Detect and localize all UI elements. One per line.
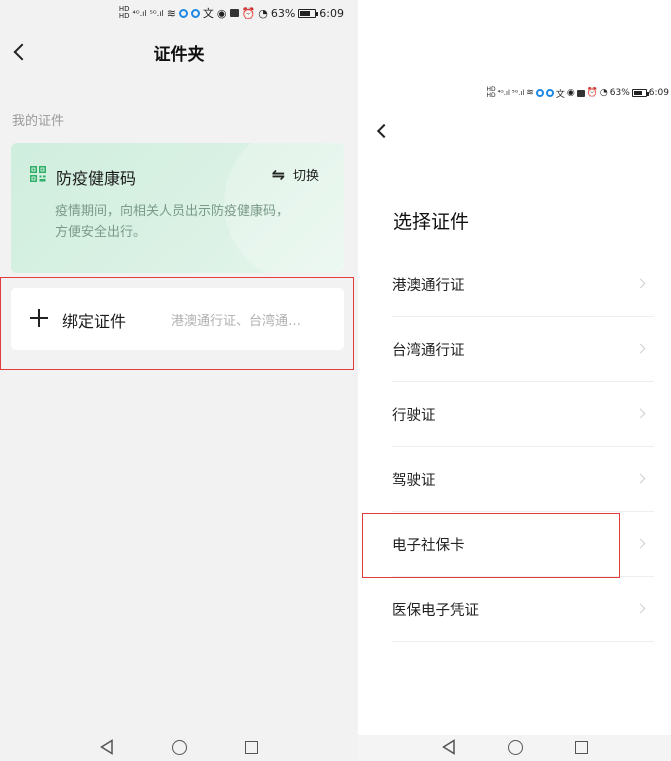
battery-icon xyxy=(631,89,649,97)
nav-back-icon[interactable] xyxy=(100,739,114,755)
switch-button[interactable]: ⇋ 切换 xyxy=(272,165,319,184)
highlight-box xyxy=(362,513,620,578)
battery-percent: 63% xyxy=(270,6,296,20)
switch-arrows-icon: ⇋ xyxy=(271,164,285,184)
right-screen: HD HD ⁴ᴳ.ıl ⁵ᴳ.ıl ≋ 文 ◉ ⏰ ◔ 63% 6:09 选择证件… xyxy=(358,0,671,761)
list-item-label: 港澳通行证 xyxy=(392,277,465,294)
chevron-right-icon xyxy=(635,408,646,419)
signal-icon-2: ⁵ᴳ.ıl xyxy=(149,8,164,18)
nfc-icon xyxy=(576,89,585,97)
nav-recent-icon[interactable] xyxy=(245,740,258,754)
signal-icon: ⁴ᴳ.ıl xyxy=(497,89,510,97)
chevron-right-icon xyxy=(635,343,646,354)
chevron-right-icon xyxy=(635,473,646,484)
system-nav-bar xyxy=(0,733,358,761)
switch-label: 切换 xyxy=(292,169,319,184)
location-icon: ◉ xyxy=(216,6,227,20)
wifi-icon: ≋ xyxy=(526,88,534,98)
nav-home-icon[interactable] xyxy=(172,739,187,755)
speed-icon: ◔ xyxy=(599,88,608,98)
qr-code-icon xyxy=(30,166,46,182)
health-code-description: 疫情期间，向相关人员出示防疫健康码，方便安全出行。 xyxy=(55,204,290,240)
signal-icon: ⁴ᴳ.ıl xyxy=(132,8,147,18)
list-item-label: 行驶证 xyxy=(392,407,436,424)
nav-recent-icon[interactable] xyxy=(574,740,588,754)
app-notification-icon-2 xyxy=(190,8,200,18)
nav-back-icon[interactable] xyxy=(441,739,456,755)
back-button[interactable] xyxy=(376,123,392,139)
page-title: 证件夹 xyxy=(153,45,205,65)
hd-icon: HD HD xyxy=(486,86,496,99)
health-code-title: 防疫健康码 xyxy=(56,169,137,188)
nfc-icon xyxy=(229,9,239,17)
battery-icon xyxy=(298,8,319,18)
clock: 6:09 xyxy=(648,88,669,98)
left-screen: HD HD ⁴ᴳ.ıl ⁵ᴳ.ıl ≋ 文 ◉ ⏰ ◔ 63% 6:09 证件夹 … xyxy=(0,0,358,761)
list-item[interactable]: 医保电子凭证 xyxy=(392,577,654,642)
list-item[interactable]: 港澳通行证 xyxy=(392,252,654,317)
highlight-box xyxy=(0,277,354,370)
translate-icon: 文 xyxy=(555,89,565,100)
chevron-right-icon xyxy=(635,278,646,289)
app-notification-icon xyxy=(535,89,544,97)
list-item-label: 驾驶证 xyxy=(392,472,436,489)
chevron-right-icon xyxy=(635,603,646,614)
document-type-list: 港澳通行证 台湾通行证 行驶证 驾驶证 电子社保卡 医保电子凭证 xyxy=(392,252,654,642)
speed-icon: ◔ xyxy=(258,6,268,20)
list-item-label: 台湾通行证 xyxy=(392,342,465,359)
list-item[interactable]: 行驶证 xyxy=(392,382,654,447)
wifi-icon: ≋ xyxy=(166,6,176,20)
section-label: 我的证件 xyxy=(12,114,65,129)
clock: 6:09 xyxy=(319,6,344,20)
chevron-right-icon xyxy=(635,538,646,549)
alarm-icon: ⏰ xyxy=(241,6,256,20)
list-item[interactable]: 台湾通行证 xyxy=(392,317,654,382)
app-notification-icon-2 xyxy=(545,89,554,97)
status-bar: HD HD ⁴ᴳ.ıl ⁵ᴳ.ıl ≋ 文 ◉ ⏰ ◔ 63% 6:09 xyxy=(486,85,669,101)
alarm-icon: ⏰ xyxy=(586,88,598,98)
nav-home-icon[interactable] xyxy=(507,739,523,755)
list-item[interactable]: 驾驶证 xyxy=(392,447,654,512)
hd-icon: HD HD xyxy=(118,5,130,20)
status-bar: HD HD ⁴ᴳ.ıl ⁵ᴳ.ıl ≋ 文 ◉ ⏰ ◔ 63% 6:09 xyxy=(119,3,344,23)
translate-icon: 文 xyxy=(202,7,214,20)
list-item-label: 医保电子凭证 xyxy=(392,602,479,619)
system-nav-bar xyxy=(358,733,671,761)
location-icon: ◉ xyxy=(566,88,575,98)
page-title: 选择证件 xyxy=(393,211,470,233)
battery-percent: 63% xyxy=(609,88,630,98)
signal-icon-2: ⁵ᴳ.ıl xyxy=(511,89,525,97)
app-notification-icon xyxy=(178,8,188,18)
health-code-card[interactable]: 防疫健康码 ⇋ 切换 疫情期间，向相关人员出示防疫健康码，方便安全出行。 xyxy=(11,143,344,273)
